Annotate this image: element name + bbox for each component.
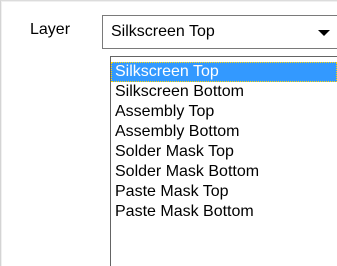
dropdown-option-assembly-bottom[interactable]: Assembly Bottom <box>111 122 337 142</box>
layer-dropdown-list[interactable]: Silkscreen Top Silkscreen Bottom Assembl… <box>110 56 337 266</box>
dropdown-option-solder-mask-bottom[interactable]: Solder Mask Bottom <box>111 162 337 182</box>
dropdown-option-silkscreen-top[interactable]: Silkscreen Top <box>111 62 337 82</box>
layer-settings-panel: Layer Silkscreen Top Silkscreen Top Silk… <box>0 0 337 266</box>
dropdown-option-assembly-top[interactable]: Assembly Top <box>111 102 337 122</box>
dropdown-option-solder-mask-top[interactable]: Solder Mask Top <box>111 142 337 162</box>
dropdown-option-paste-mask-top[interactable]: Paste Mask Top <box>111 182 337 202</box>
dropdown-option-silkscreen-bottom[interactable]: Silkscreen Bottom <box>111 82 337 102</box>
dropdown-option-paste-mask-bottom[interactable]: Paste Mask Bottom <box>111 202 337 222</box>
layer-select-value: Silkscreen Top <box>111 23 215 40</box>
layer-label: Layer <box>30 21 71 38</box>
layer-select[interactable]: Silkscreen Top <box>102 15 337 49</box>
dropdown-toggle-button[interactable] <box>307 16 337 48</box>
chevron-down-icon <box>318 30 330 36</box>
